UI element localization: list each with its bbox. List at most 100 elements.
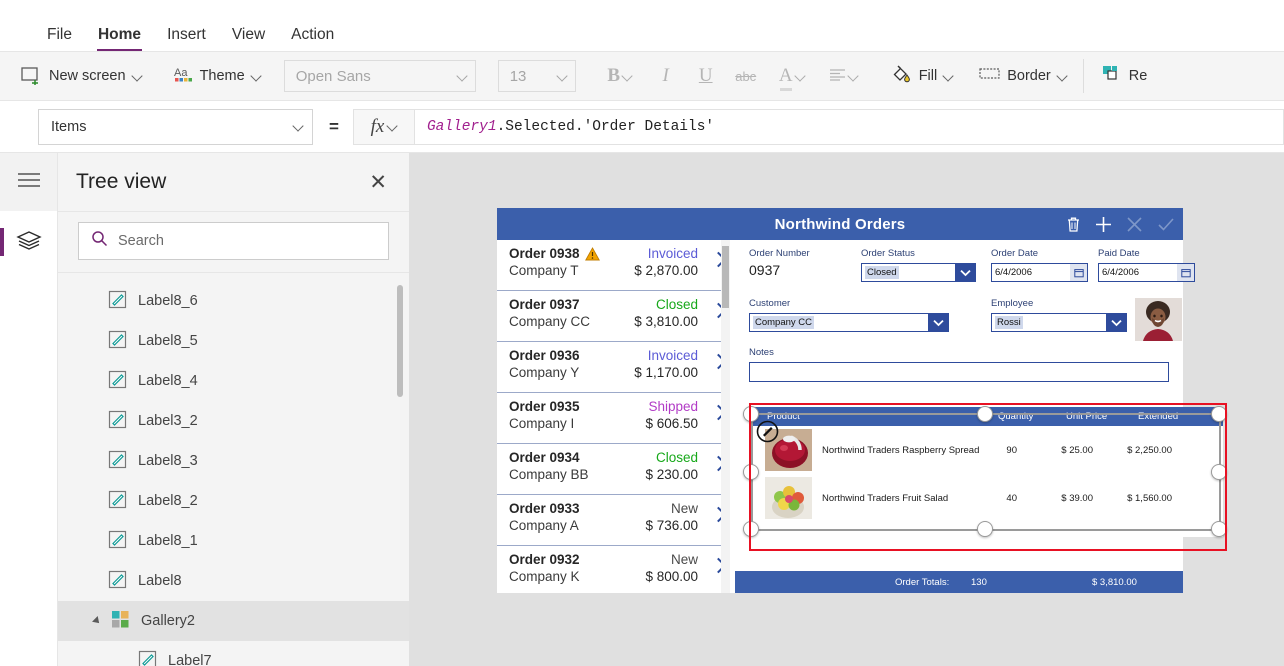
underline-button[interactable]: U <box>686 59 726 93</box>
customer-dropdown[interactable]: Company CC <box>749 313 949 332</box>
plus-icon[interactable] <box>1095 216 1112 233</box>
chevron-down-icon <box>1058 72 1067 81</box>
calendar-icon[interactable] <box>1070 264 1087 281</box>
app-title: Northwind Orders <box>774 215 906 233</box>
order-row[interactable]: Order 0938 Company T Invoiced $ 2,870.00 <box>497 240 730 291</box>
paid-date-input[interactable]: 6/4/2006 <box>1098 263 1195 282</box>
cancel-icon[interactable] <box>1126 216 1143 233</box>
chevron-down-icon[interactable] <box>928 314 948 331</box>
tree-item-label8_2[interactable]: Label8_2 <box>58 481 409 521</box>
close-icon[interactable]: ✕ <box>369 172 387 193</box>
gallery-icon <box>111 610 130 633</box>
order-company: Company I <box>509 416 575 431</box>
employee-avatar <box>1135 298 1182 341</box>
search-icon <box>91 230 108 252</box>
tree-item-label3_2[interactable]: Label3_2 <box>58 401 409 441</box>
label-icon <box>108 570 127 593</box>
border-button[interactable]: Border <box>970 60 1076 93</box>
fx-button[interactable]: fx <box>352 108 415 145</box>
font-size-select[interactable]: 13 <box>497 60 576 92</box>
order-row[interactable]: Order 0935 Company I Shipped $ 606.50 <box>497 393 730 444</box>
order-date-value: 6/4/2006 <box>995 267 1032 278</box>
italic-label: I <box>662 65 669 86</box>
new-screen-button[interactable]: New screen <box>12 60 151 93</box>
tree-item-label: Label8_1 <box>138 533 198 549</box>
tab-view[interactable]: View <box>219 26 278 52</box>
align-button[interactable] <box>818 59 870 93</box>
order-row[interactable]: Order 0933 Company A New $ 736.00 <box>497 495 730 546</box>
order-row[interactable]: Order 0937 Company CC Closed $ 3,810.00 <box>497 291 730 342</box>
edit-pencil-icon[interactable] <box>756 420 779 448</box>
reorder-button[interactable]: Re <box>1091 60 1157 93</box>
fill-button[interactable]: Fill <box>882 60 963 93</box>
theme-button[interactable]: Aa Theme <box>165 60 270 93</box>
trash-icon[interactable] <box>1066 216 1081 233</box>
chevron-down-icon <box>388 122 397 131</box>
tree-item-label: Label3_2 <box>138 413 198 429</box>
order-details-gallery[interactable]: Product Quantity Unit Price Extended Nor… <box>743 403 1227 551</box>
search-box[interactable] <box>78 222 389 260</box>
detail-row[interactable]: Northwind Traders Raspberry Spread 90 $ … <box>753 420 1223 474</box>
tree-item-label7[interactable]: Label7 <box>58 641 409 666</box>
tree-item-label8_5[interactable]: Label8_5 <box>58 321 409 361</box>
search-input[interactable] <box>118 233 376 249</box>
tab-action[interactable]: Action <box>278 26 347 52</box>
tree-scrollbar[interactable] <box>397 285 403 397</box>
check-icon[interactable] <box>1157 216 1175 233</box>
order-row[interactable]: Order 0934 Company BB Closed $ 230.00 <box>497 444 730 495</box>
tree-item-label8[interactable]: Label8 <box>58 561 409 601</box>
chevron-down-icon[interactable] <box>955 264 975 281</box>
bold-button[interactable]: B <box>594 59 646 93</box>
tree-search-wrap <box>58 211 409 272</box>
tree-item-label8_1[interactable]: Label8_1 <box>58 521 409 561</box>
rail-item-tree-view[interactable] <box>0 211 57 273</box>
font-color-button[interactable]: A <box>766 59 818 93</box>
strikethrough-button[interactable]: abc <box>726 59 766 93</box>
menu-toggle-button[interactable] <box>0 153 57 211</box>
order-status-dropdown[interactable]: Closed <box>861 263 976 282</box>
resize-handle-bottom-center[interactable] <box>977 521 993 537</box>
resize-handle-bottom-right[interactable] <box>1211 521 1227 537</box>
tab-insert[interactable]: Insert <box>154 26 219 52</box>
resize-handle-top-right[interactable] <box>1211 406 1227 422</box>
expand-triangle-icon[interactable] <box>92 616 102 626</box>
product-image <box>765 477 812 519</box>
resize-handle-top-center[interactable] <box>977 406 993 422</box>
tree-item-label8_6[interactable]: Label8_6 <box>58 281 409 321</box>
notes-input[interactable] <box>749 362 1169 382</box>
product-quantity: 90 <box>1006 444 1017 456</box>
tree-item-label8_3[interactable]: Label8_3 <box>58 441 409 481</box>
employee-dropdown[interactable]: Rossi <box>991 313 1127 332</box>
order-company: Company A <box>509 518 579 533</box>
font-color-swatch <box>779 88 792 91</box>
label-icon <box>108 330 127 353</box>
theme-label: Theme <box>199 68 245 84</box>
tab-file[interactable]: File <box>34 26 85 52</box>
order-status: New <box>670 501 698 516</box>
order-number-label: Order Number <box>749 248 810 259</box>
calendar-icon[interactable] <box>1177 264 1194 281</box>
app-canvas[interactable]: Northwind Orders Order 0938 Company T In… <box>410 153 1284 666</box>
order-row[interactable]: Order 0936 Company Y Invoiced $ 1,170.00 <box>497 342 730 393</box>
ribbon-toolbar: New screen Aa Theme Open Sans 13 B I U a… <box>0 52 1284 101</box>
property-select[interactable]: Items <box>38 108 313 145</box>
order-number: Order 0936 <box>509 348 580 363</box>
resize-handle-top-left[interactable] <box>743 406 759 422</box>
orders-scrollbar-thumb[interactable] <box>722 246 729 308</box>
italic-button[interactable]: I <box>646 59 686 93</box>
order-row[interactable]: Order 0932 Company K New $ 800.00 <box>497 546 730 593</box>
tree-item-gallery2[interactable]: Gallery2 <box>58 601 409 641</box>
tab-home[interactable]: Home <box>85 26 154 52</box>
tree-item-label8_4[interactable]: Label8_4 <box>58 361 409 401</box>
resize-handle-bottom-left[interactable] <box>743 521 759 537</box>
resize-handle-middle-left[interactable] <box>743 464 759 480</box>
chevron-down-icon <box>458 72 467 81</box>
chevron-down-icon[interactable] <box>1106 314 1126 331</box>
formula-input[interactable]: Gallery1 .Selected.'Order Details' <box>414 108 1284 145</box>
resize-handle-middle-right[interactable] <box>1211 464 1227 480</box>
order-date-input[interactable]: 6/4/2006 <box>991 263 1088 282</box>
bold-label: B <box>607 65 621 86</box>
orders-gallery[interactable]: Order 0938 Company T Invoiced $ 2,870.00 <box>497 240 730 593</box>
font-family-select[interactable]: Open Sans <box>283 60 476 92</box>
detail-row[interactable]: Northwind Traders Fruit Salad 40 $ 39.00… <box>753 474 1223 522</box>
